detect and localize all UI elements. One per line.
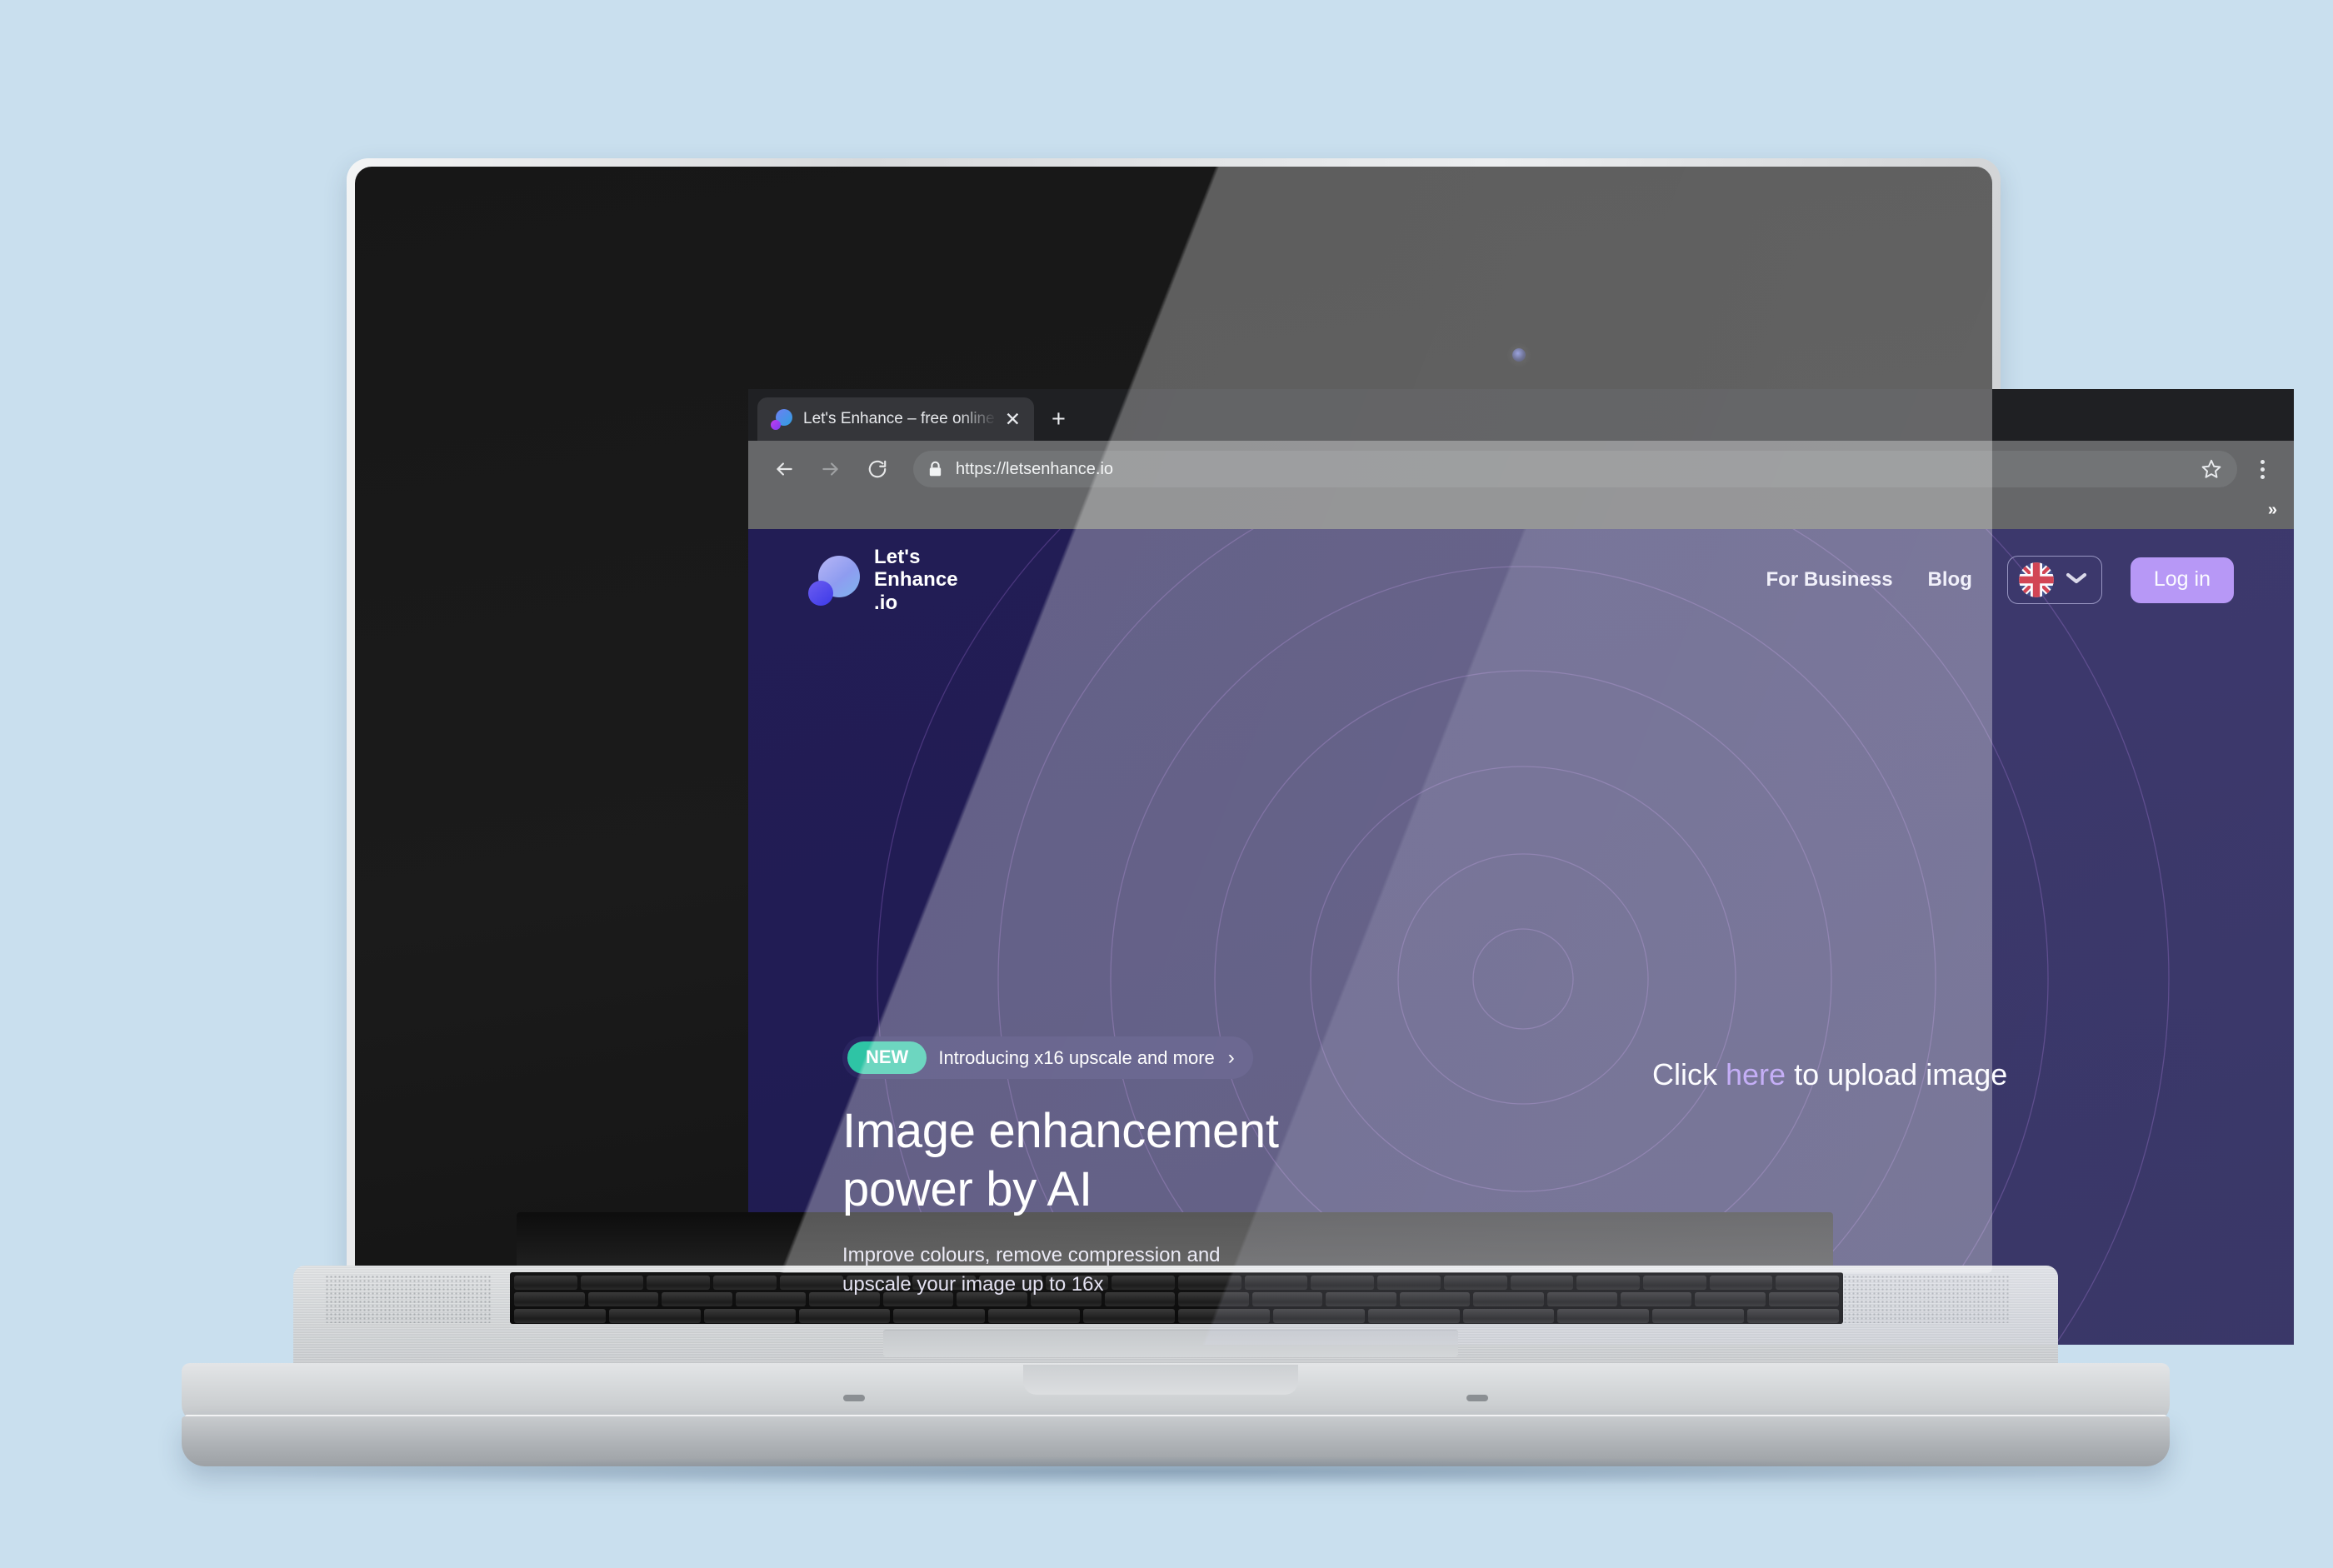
letsenhance-logo-icon <box>808 554 860 606</box>
address-bar[interactable]: https://letsenhance.io <box>913 451 2237 487</box>
login-button[interactable]: Log in <box>2130 557 2234 603</box>
forward-arrow-icon[interactable] <box>813 452 848 487</box>
language-selector[interactable] <box>2006 556 2102 604</box>
hero-subtitle-line-2: upscale your image up to 16x <box>842 1272 1104 1296</box>
laptop-mockup: Let's Enhance – free online ima ✕ + <box>0 0 2333 1568</box>
browser-tab-title: Let's Enhance – free online ima <box>803 410 997 427</box>
close-tab-icon[interactable]: ✕ <box>1002 408 1024 431</box>
announcement-text: Introducing x16 upscale and more <box>938 1046 1215 1068</box>
upload-cta-prefix: Click <box>1652 1057 1726 1091</box>
laptop-shadow <box>200 1456 2150 1486</box>
hero-copy: NEW Introducing x16 upscale and more › I… <box>842 1036 1359 1300</box>
bookmark-star-icon[interactable] <box>2201 458 2222 480</box>
browser-tab[interactable]: Let's Enhance – free online ima ✕ <box>757 397 1034 441</box>
site-logo[interactable]: Let's Enhance .io <box>808 546 958 614</box>
speaker-grille-right <box>1843 1275 2010 1323</box>
announcement-banner[interactable]: NEW Introducing x16 upscale and more › <box>842 1036 1253 1079</box>
browser-toolbar: https://letsenhance.io <box>748 441 2294 497</box>
trackpad[interactable] <box>883 1330 1458 1356</box>
hero-subtitle: Improve colours, remove compression and … <box>842 1241 1276 1300</box>
base-vent-right <box>1466 1395 1488 1401</box>
uk-flag-icon <box>2018 562 2054 597</box>
chevron-right-icon: › <box>1227 1046 1235 1069</box>
new-tab-button[interactable]: + <box>1052 407 1066 432</box>
webcam-icon <box>1512 348 1526 362</box>
hero-title-line-1: Image enhancement <box>842 1104 1279 1158</box>
laptop-lid: Let's Enhance – free online ima ✕ + <box>347 158 2294 1345</box>
browser-tab-strip: Let's Enhance – free online ima ✕ + <box>748 389 2294 441</box>
header-navigation: For Business Blog Log in <box>1766 556 2234 604</box>
brand-line-2: Enhance <box>874 568 958 592</box>
lid-open-notch <box>1023 1365 1298 1395</box>
hero-title-line-2: power by AI <box>842 1161 1092 1216</box>
reload-icon[interactable] <box>860 452 895 487</box>
nav-for-business[interactable]: For Business <box>1766 568 1893 592</box>
brand-line-1: Let's <box>874 546 921 569</box>
brand-wordmark: Let's Enhance .io <box>874 546 958 613</box>
bookmarks-overflow-button[interactable]: » <box>2268 501 2277 520</box>
upload-cta-suffix: to upload image <box>1786 1057 2008 1091</box>
upload-cta[interactable]: Click here to upload image <box>1652 1057 2007 1092</box>
screenshot-canvas: Let's Enhance – free online ima ✕ + <box>0 0 2333 1568</box>
bookmarks-bar: » <box>748 497 2294 529</box>
three-dot-menu-icon[interactable] <box>2246 459 2279 479</box>
speaker-grille-left <box>325 1275 492 1323</box>
site-header: Let's Enhance .io For Business Blog Log … <box>748 529 2294 631</box>
chevron-down-icon <box>2065 571 2088 590</box>
base-vent-left <box>843 1395 865 1401</box>
new-badge: NEW <box>847 1041 927 1074</box>
brand-line-3: .io <box>874 591 898 614</box>
page-title: Image enhancement power by AI <box>842 1102 1359 1218</box>
lock-icon <box>928 461 942 477</box>
address-bar-url[interactable]: https://letsenhance.io <box>956 460 2194 479</box>
letsenhance-favicon-icon <box>771 408 792 430</box>
hero-subtitle-line-1: Improve colours, remove compression and <box>842 1244 1221 1267</box>
upload-cta-link[interactable]: here <box>1726 1057 1786 1091</box>
browser-window: Let's Enhance – free online ima ✕ + <box>748 389 2294 1345</box>
back-arrow-icon[interactable] <box>767 452 802 487</box>
nav-blog[interactable]: Blog <box>1928 568 1972 592</box>
